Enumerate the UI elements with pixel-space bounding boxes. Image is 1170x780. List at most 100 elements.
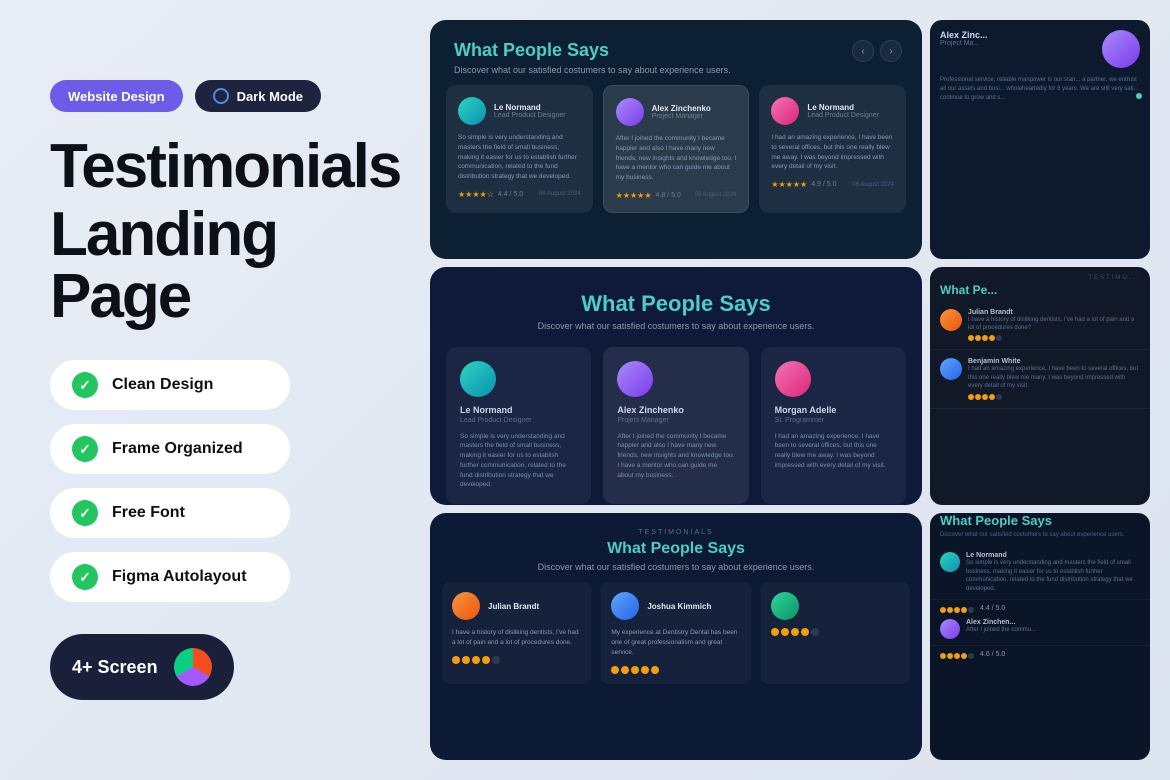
mid-role-0: Lead Product Designer	[460, 417, 577, 424]
stars-0: ★★★★☆	[458, 190, 494, 199]
mid-name-2: Morgan Adelle	[775, 405, 892, 415]
side-card-bot: What People Says Discover what our satis…	[930, 513, 1150, 760]
date-0: 06 August 2024	[539, 191, 581, 197]
testi-user-0: Le Normand Lead Product Designer	[458, 97, 581, 125]
tags-row: Website Design Dark Mode	[50, 80, 370, 112]
bot-stars-2	[771, 628, 900, 636]
next-arrow[interactable]: ›	[880, 40, 902, 62]
feature-item-frame: Frame Organized	[50, 424, 290, 474]
testi-name-1: Alex Zinchenko	[652, 104, 711, 113]
card-bot-subtitle: Discover what our satisfied costumers to…	[454, 562, 898, 572]
testi-role-2: Lead Product Designer	[807, 112, 879, 119]
feature-label-font: Free Font	[112, 504, 185, 522]
side-rating-1: 4.6 / 5.0	[980, 651, 1005, 658]
stars-row-1: ★★★★★ 4.8 / 5.0 06 August 2024	[616, 191, 737, 200]
side-bot-avatar-1	[940, 619, 960, 639]
screen-count-label: 4+ Screen	[72, 657, 158, 678]
avatar-0	[458, 97, 486, 125]
figma-icon	[174, 648, 212, 686]
nav-arrows: ‹ ›	[852, 40, 902, 62]
check-icon-clean	[72, 372, 98, 398]
bot-text-0: I have a history of disliking dentists, …	[452, 628, 581, 648]
testi-name-2: Le Normand	[807, 103, 879, 112]
feature-item-font: Free Font	[50, 488, 290, 538]
website-design-label: Website Design	[68, 89, 165, 104]
check-icon-autolayout	[72, 564, 98, 590]
testi-name-0: Le Normand	[494, 103, 566, 112]
avatar-2	[771, 97, 799, 125]
card-top-subtitle: Discover what our satisfied costumers to…	[454, 65, 898, 75]
side-bot-name-0: Le Normand	[966, 552, 1140, 559]
mid-testi-2: Morgan Adelle Sr. Programmer I had an am…	[761, 347, 906, 505]
preview-card-bot: TESTIMONIALS What People Says Discover w…	[430, 513, 922, 760]
bot-stars-0	[452, 656, 581, 664]
dark-mode-label: Dark Mode	[237, 89, 303, 104]
testi-text-2: I had an amazing experience, I have been…	[771, 133, 894, 172]
side-rating-0: 4.4 / 5.0	[980, 605, 1005, 612]
mid-name-0: Le Normand	[460, 405, 577, 415]
side-bot-review-0: Le Normand So simple is very understandi…	[930, 546, 1150, 600]
website-design-tag[interactable]: Website Design	[50, 80, 183, 112]
testimonial-grid-top: Le Normand Lead Product Designer So simp…	[430, 85, 922, 229]
card-mid-grid: Le Normand Lead Product Designer So simp…	[430, 347, 922, 506]
side-mid-label: TESTIMO...	[930, 267, 1150, 283]
testi-role-0: Lead Product Designer	[494, 112, 566, 119]
side-review-text-1: I had an amazing experience, I have been…	[968, 365, 1140, 390]
dark-mode-tag[interactable]: Dark Mode	[195, 80, 321, 112]
dot-indicator	[1136, 93, 1142, 99]
rating-1: 4.8 / 5.0	[656, 192, 681, 199]
side-bot-name-1: Alex Zinchen...	[966, 619, 1036, 626]
page-title-line1: Testimonials	[50, 136, 370, 198]
bot-stars-1	[611, 666, 740, 674]
side-review-avatar-0	[940, 309, 962, 331]
right-panel: ‹ › What People Says Discover what our s…	[420, 0, 1170, 780]
rating-2: 4.9 / 5.0	[811, 181, 836, 188]
bot-avatar-0	[452, 592, 480, 620]
bot-name-0: Julian Brandt	[488, 602, 539, 611]
card-mid-title: What People Says	[454, 291, 898, 317]
card-top-header: What People Says Discover what our satis…	[430, 20, 922, 85]
prev-arrow[interactable]: ‹	[852, 40, 874, 62]
side-mid-title: What Pe...	[930, 283, 1150, 301]
mid-text-2: I had an amazing experience, I have been…	[775, 432, 892, 471]
side-top-avatar	[1102, 30, 1140, 68]
side-bot-title: What People Says	[930, 513, 1150, 532]
side-bot-avatar-0	[940, 552, 960, 572]
testi-card-2: Le Normand Lead Product Designer I had a…	[759, 85, 906, 213]
side-review-1: Benjamin White I had an amazing experien…	[930, 350, 1150, 408]
side-review-name-0: Julian Brandt	[968, 309, 1140, 316]
side-review-text-0: I have a history of disliking dentists, …	[968, 316, 1140, 333]
check-icon-font	[72, 500, 98, 526]
preview-card-mid: What People Says Discover what our satis…	[430, 267, 922, 506]
bot-text-1: My experience at Dentistry Dental has be…	[611, 628, 740, 657]
bot-testi-0: Julian Brandt I have a history of dislik…	[442, 582, 591, 683]
side-bot-text-0: So simple is very understanding and mast…	[966, 559, 1140, 593]
preview-card-top: ‹ › What People Says Discover what our s…	[430, 20, 922, 259]
card-bot-title: What People Says	[454, 540, 898, 558]
check-icon-frame	[72, 436, 98, 462]
feature-label-autolayout: Figma Autolayout	[112, 568, 247, 586]
mid-avatar-2	[775, 361, 811, 397]
left-panel: Website Design Dark Mode Testimonials La…	[0, 0, 420, 780]
avatar-1	[616, 98, 644, 126]
mid-role-2: Sr. Programmer	[775, 417, 892, 424]
mid-testi-0: Le Normand Lead Product Designer So simp…	[446, 347, 591, 505]
mid-text-1: After I joined the community I became ha…	[617, 432, 734, 481]
card-top-title: What People Says	[454, 40, 898, 61]
bot-name-1: Joshua Kimmich	[647, 602, 711, 611]
side-bot-rating-0: 4.4 / 5.0	[930, 600, 1150, 613]
card-bot-grid: Julian Brandt I have a history of dislik…	[430, 582, 922, 693]
feature-item-autolayout: Figma Autolayout	[50, 552, 290, 602]
date-1: 06 August 2024	[695, 192, 737, 198]
side-stars-0	[968, 335, 1140, 341]
testi-role-1: Project Manager	[652, 113, 711, 120]
testi-user-2: Le Normand Lead Product Designer	[771, 97, 894, 125]
bot-avatar-2	[771, 592, 799, 620]
side-card-mid: TESTIMO... What Pe... Julian Brandt I ha…	[930, 267, 1150, 506]
stars-row-0: ★★★★☆ 4.4 / 5.0 06 August 2024	[458, 190, 581, 199]
feature-label-frame: Frame Organized	[112, 440, 243, 458]
mid-name-1: Alex Zinchenko	[617, 405, 734, 415]
bot-testi-1: Joshua Kimmich My experience at Dentistr…	[601, 582, 750, 683]
screen-count-badge: 4+ Screen	[50, 634, 234, 700]
stars-row-2: ★★★★★ 4.9 / 5.0 06 August 2024	[771, 180, 894, 189]
